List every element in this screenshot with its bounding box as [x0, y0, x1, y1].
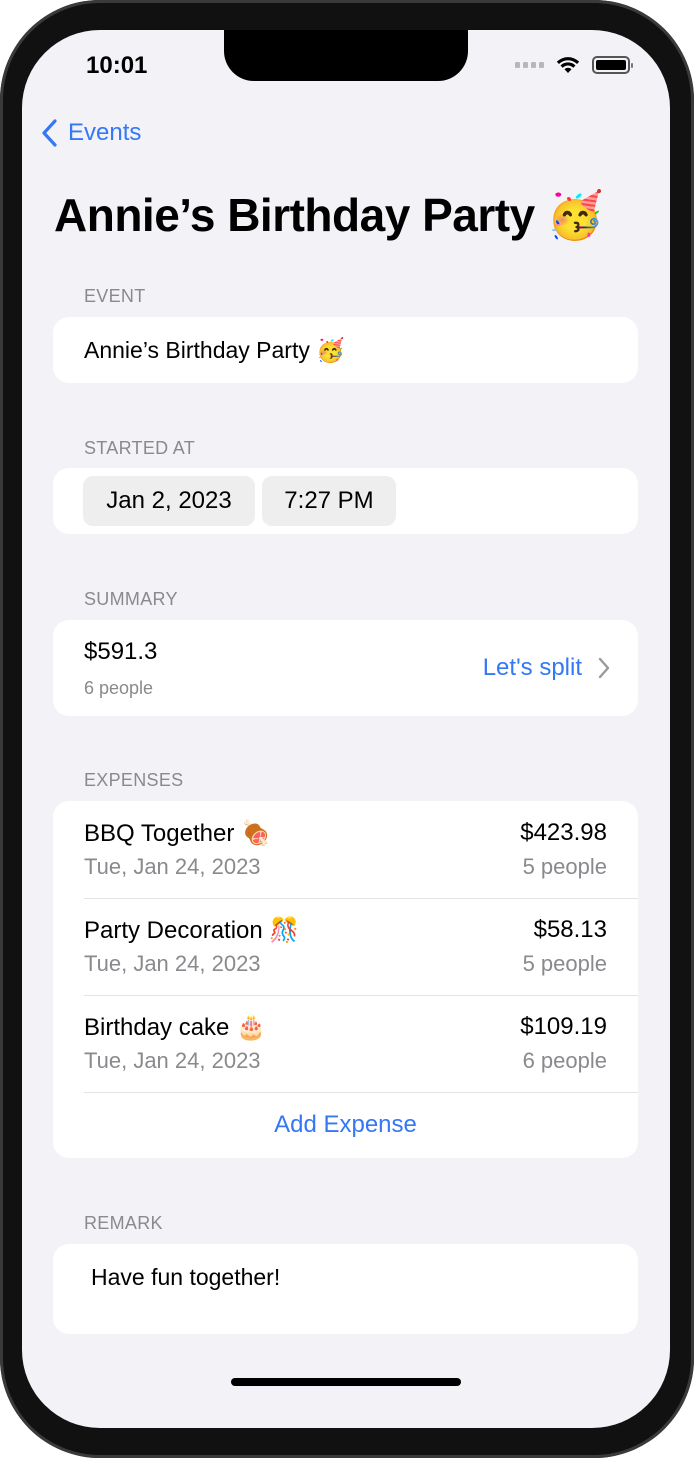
- event-name-field[interactable]: Annie’s Birthday Party 🥳: [84, 337, 345, 364]
- home-indicator[interactable]: [231, 1378, 461, 1386]
- expense-amount: $58.13: [533, 916, 607, 943]
- wifi-icon: [556, 57, 580, 73]
- expense-people: 5 people: [522, 854, 607, 879]
- expenses-card: BBQ Together 🍖 Tue, Jan 24, 2023 $423.98…: [53, 801, 638, 1158]
- time-picker[interactable]: 7:27 PM: [262, 476, 396, 526]
- device-frame: 10:01 Events Annie’s Birthday Party 🥳 EV…: [0, 0, 694, 1458]
- expense-amount: $423.98: [520, 819, 607, 846]
- started-section-label: STARTED AT: [84, 438, 196, 458]
- summary-card[interactable]: $591.3 6 people Let's split: [53, 620, 638, 716]
- expenses-section-label: EXPENSES: [84, 770, 184, 790]
- chevron-right-icon: [598, 657, 610, 679]
- expense-people: 6 people: [522, 1048, 607, 1073]
- remark-field[interactable]: Have fun together!: [91, 1264, 280, 1291]
- battery-icon: [592, 56, 633, 74]
- back-button[interactable]: Events: [40, 118, 141, 148]
- summary-section-label: SUMMARY: [84, 589, 178, 609]
- lets-split-button[interactable]: Let's split: [483, 654, 610, 682]
- summary-total: $591.3: [84, 638, 158, 665]
- expense-date: Tue, Jan 24, 2023: [84, 1048, 261, 1073]
- expense-date: Tue, Jan 24, 2023: [84, 854, 261, 879]
- page-title: Annie’s Birthday Party 🥳: [54, 189, 604, 241]
- expense-name: BBQ Together 🍖: [84, 820, 271, 847]
- remark-card: Have fun together!: [53, 1244, 638, 1334]
- status-icons: [515, 56, 633, 74]
- summary-people: 6 people: [84, 678, 154, 698]
- back-label: Events: [68, 119, 142, 146]
- date-picker[interactable]: Jan 2, 2023: [83, 476, 255, 526]
- add-expense-button[interactable]: Add Expense: [53, 1092, 638, 1158]
- expense-date: Tue, Jan 24, 2023: [84, 951, 261, 976]
- event-section-label: EVENT: [84, 286, 146, 306]
- screen: 10:01 Events Annie’s Birthday Party 🥳 EV…: [22, 30, 670, 1428]
- expense-name: Party Decoration 🎊: [84, 917, 300, 944]
- expense-amount: $109.19: [520, 1013, 607, 1040]
- cellular-signal-icon: [515, 62, 544, 68]
- event-card: Annie’s Birthday Party 🥳: [53, 317, 638, 383]
- expense-row[interactable]: Birthday cake 🎂 Tue, Jan 24, 2023 $109.1…: [53, 995, 638, 1092]
- lets-split-label: Let's split: [482, 654, 582, 681]
- status-time: 10:01: [86, 52, 148, 79]
- expense-row[interactable]: Party Decoration 🎊 Tue, Jan 24, 2023 $58…: [53, 898, 638, 995]
- remark-section-label: REMARK: [84, 1213, 163, 1233]
- notch: [224, 30, 468, 81]
- expense-row[interactable]: BBQ Together 🍖 Tue, Jan 24, 2023 $423.98…: [53, 801, 638, 898]
- started-card: Jan 2, 2023 7:27 PM: [53, 468, 638, 534]
- expense-people: 5 people: [522, 951, 607, 976]
- expense-name: Birthday cake 🎂: [84, 1014, 266, 1041]
- chevron-left-icon: [42, 119, 57, 147]
